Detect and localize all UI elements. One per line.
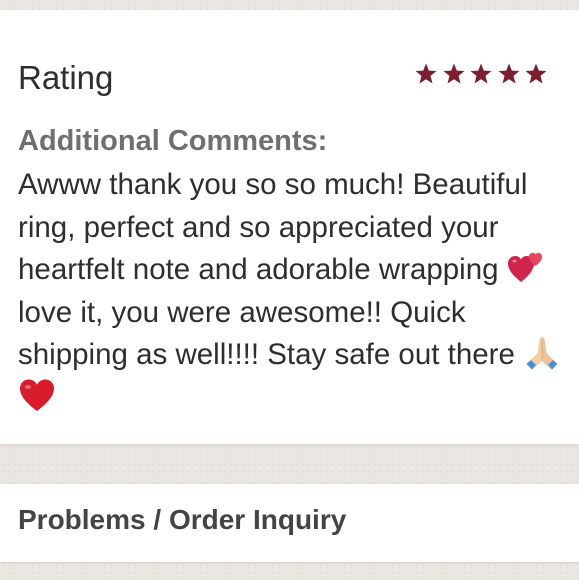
comments-text-part1: Awww thank you so so much! Beautiful rin… — [18, 168, 528, 286]
star-icon — [497, 62, 521, 86]
star-icon — [442, 62, 466, 86]
red-heart-emoji-icon — [18, 377, 56, 413]
folded-hands-emoji-icon — [523, 334, 561, 370]
rating-label: Rating — [18, 59, 114, 96]
comments-text: Awww thank you so so much! Beautiful rin… — [18, 164, 566, 419]
comments-text-part2: love it, you were awesome!! Quick shippi… — [18, 295, 515, 372]
review-card: Rating Additional Comments: Awww thank y… — [0, 10, 579, 444]
star-icon — [524, 62, 548, 86]
star-icon — [469, 62, 493, 86]
two-hearts-emoji-icon — [507, 249, 545, 285]
problems-order-inquiry-title: Problems / Order Inquiry — [18, 504, 347, 535]
star-rating — [414, 62, 548, 86]
star-icon — [414, 62, 438, 86]
problems-order-inquiry-section[interactable]: Problems / Order Inquiry — [0, 484, 579, 562]
comments-heading: Additional Comments: — [18, 125, 328, 157]
